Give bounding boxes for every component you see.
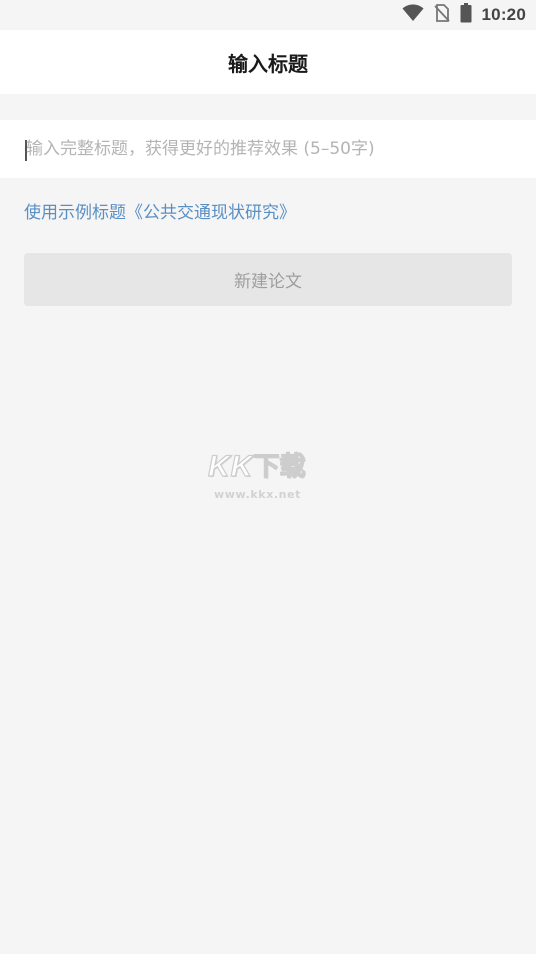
watermark-text: 下载 — [253, 451, 306, 482]
status-icons: 10:20 — [402, 3, 526, 27]
example-title-link[interactable]: 使用示例标题《公共交通现状研究》 — [24, 198, 296, 223]
battery-icon — [460, 3, 472, 27]
header-bar: 输入标题 — [0, 30, 536, 94]
watermark: K K 下载 www.kkx.net — [207, 449, 332, 512]
no-sim-icon — [433, 4, 450, 26]
create-paper-button[interactable]: 新建论文 — [24, 253, 512, 306]
watermark-url: www.kkx.net — [214, 488, 302, 501]
page-title: 输入标题 — [228, 51, 308, 76]
watermark-letter: K — [207, 449, 230, 483]
watermark-letter: K — [230, 449, 253, 483]
title-input[interactable] — [24, 120, 516, 178]
watermark-logo: K K 下载 — [207, 449, 332, 484]
wifi-icon — [402, 4, 424, 26]
status-time: 10:20 — [481, 5, 526, 24]
status-bar: 10:20 — [0, 0, 536, 30]
title-input-row — [0, 120, 536, 178]
